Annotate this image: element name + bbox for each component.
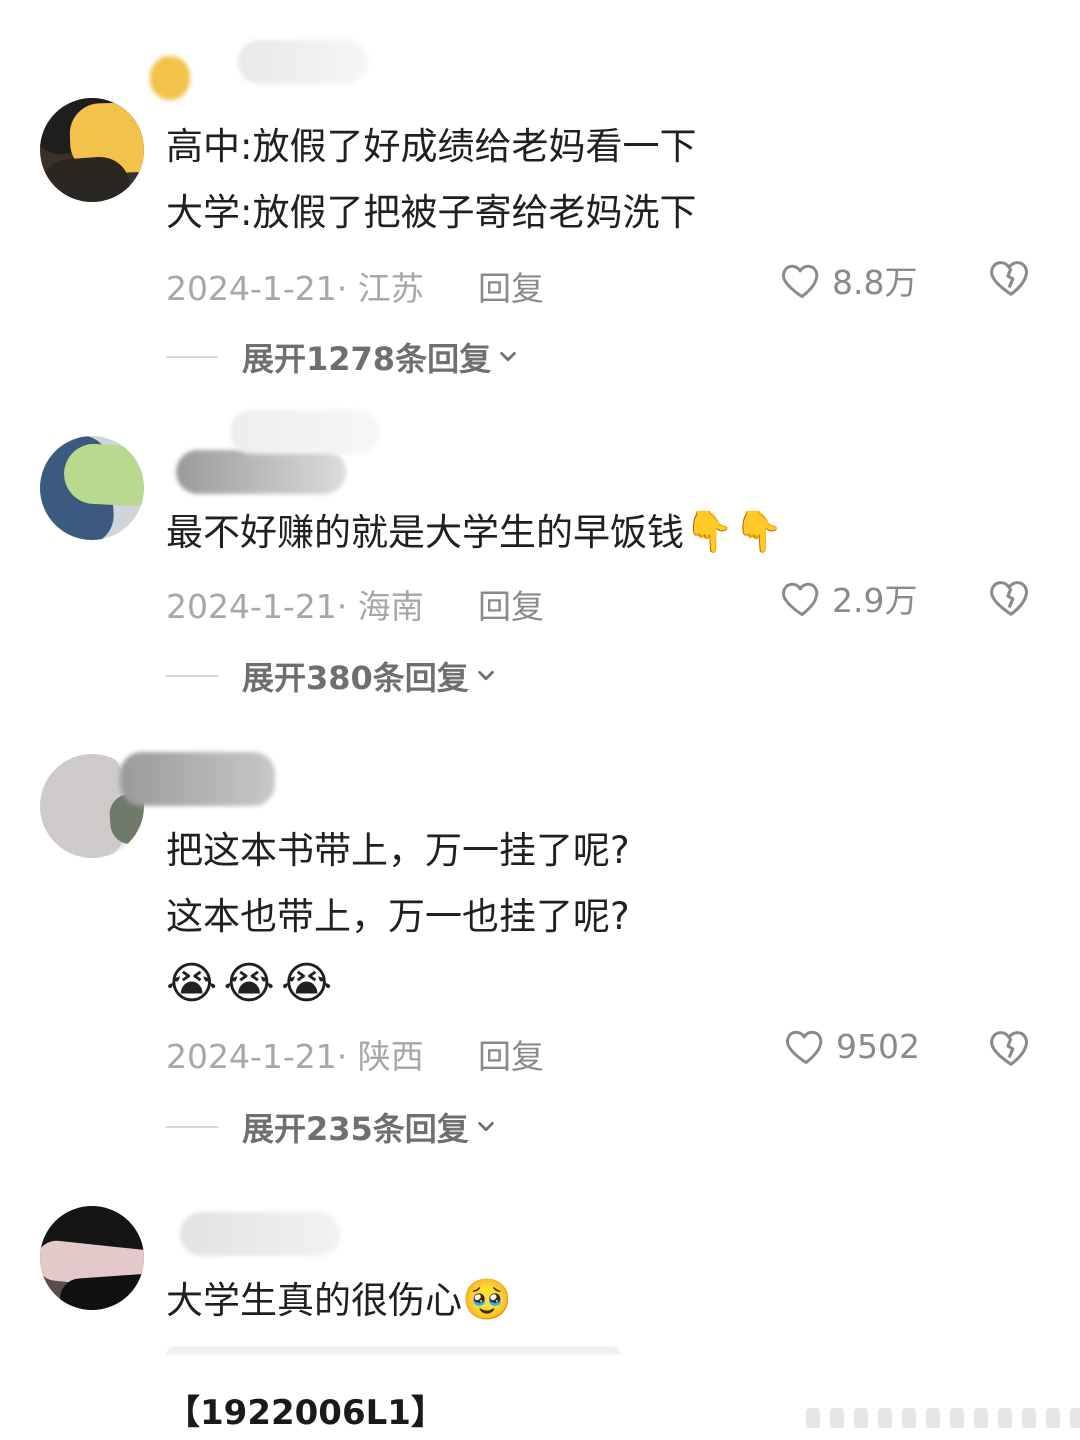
comment-meta: 2024-1-21· 江苏 bbox=[166, 269, 424, 308]
avatar[interactable] bbox=[40, 98, 144, 202]
expand-replies-label: 展开235条回复 bbox=[242, 1110, 469, 1148]
emoji: 😭😭😭 bbox=[166, 958, 339, 1009]
expand-replies-label: 展开1278条回复 bbox=[242, 340, 492, 378]
comment-text: 这本也带上，万一也挂了呢? bbox=[166, 895, 630, 938]
broken-heart-icon[interactable] bbox=[988, 254, 1034, 300]
expand-replies-button[interactable]: 展开235条回复 bbox=[166, 1104, 497, 1150]
comment-text: 高中:放假了好成绩给老妈看一下 bbox=[166, 125, 697, 168]
expand-replies-button[interactable]: 展开380条回复 bbox=[166, 653, 497, 699]
comment-meta: 2024-1-21· 海南 bbox=[166, 587, 424, 626]
expand-replies-label: 展开380条回复 bbox=[242, 659, 469, 697]
chevron-down-icon bbox=[500, 351, 516, 362]
reply-button[interactable]: 回复 bbox=[478, 580, 544, 628]
avatar[interactable] bbox=[40, 436, 144, 540]
heart-outline-icon bbox=[782, 582, 819, 616]
comment-meta: 2024-1-21· 陕西 bbox=[166, 1037, 424, 1076]
username-redacted bbox=[176, 450, 346, 494]
like-button[interactable]: 8.8万 bbox=[780, 256, 917, 304]
username-redacted bbox=[150, 56, 190, 100]
comment-location: 陕西 bbox=[357, 1037, 424, 1076]
username-redacted bbox=[120, 752, 275, 806]
username-redacted bbox=[238, 40, 368, 84]
comment-date: 2024-1-21 bbox=[166, 269, 337, 308]
comment-text-body: 大学生真的很伤心 bbox=[166, 1279, 462, 1322]
emoji: 👇👇 bbox=[684, 509, 784, 555]
heart-outline-icon bbox=[782, 264, 819, 298]
chevron-down-icon bbox=[478, 670, 494, 681]
comment-location: 海南 bbox=[357, 587, 424, 626]
heart-outline-icon bbox=[786, 1030, 823, 1064]
username-redacted bbox=[180, 1212, 340, 1256]
comment-text: 大学生真的很伤心🥹 bbox=[166, 1280, 512, 1320]
like-button[interactable]: 9502 bbox=[784, 1024, 920, 1068]
comment-text: 大学:放假了把被子寄给老妈洗下 bbox=[166, 191, 697, 234]
chevron-down-icon bbox=[478, 1121, 494, 1132]
username-redacted bbox=[230, 410, 380, 454]
like-button[interactable]: 2.9万 bbox=[780, 574, 917, 622]
reply-button[interactable]: 回复 bbox=[478, 1030, 544, 1078]
emoji: 🥹 bbox=[462, 1277, 512, 1323]
comment-date: 2024-1-21 bbox=[166, 1037, 337, 1076]
like-count: 2.9万 bbox=[832, 581, 918, 620]
like-count: 8.8万 bbox=[832, 263, 918, 302]
quote-card-text: 【1922006L1】 bbox=[166, 1393, 445, 1433]
reply-button[interactable]: 回复 bbox=[478, 262, 544, 310]
divider bbox=[166, 675, 218, 677]
divider bbox=[166, 356, 218, 358]
expand-replies-button[interactable]: 展开1278条回复 bbox=[166, 334, 519, 380]
comment-text-body: 最不好赚的就是大学生的早饭钱 bbox=[166, 511, 684, 554]
image-placeholder-strip bbox=[806, 1408, 1080, 1428]
comment-date: 2024-1-21 bbox=[166, 587, 337, 626]
divider bbox=[166, 1126, 218, 1128]
avatar[interactable] bbox=[40, 1206, 144, 1310]
comment-text: 把这本书带上，万一挂了呢? bbox=[166, 829, 630, 872]
broken-heart-icon[interactable] bbox=[988, 1024, 1034, 1070]
comment-location: 江苏 bbox=[357, 269, 424, 308]
broken-heart-icon[interactable] bbox=[988, 574, 1034, 620]
like-count: 9502 bbox=[836, 1026, 920, 1066]
comment-text: 最不好赚的就是大学生的早饭钱👇👇 bbox=[166, 512, 784, 552]
